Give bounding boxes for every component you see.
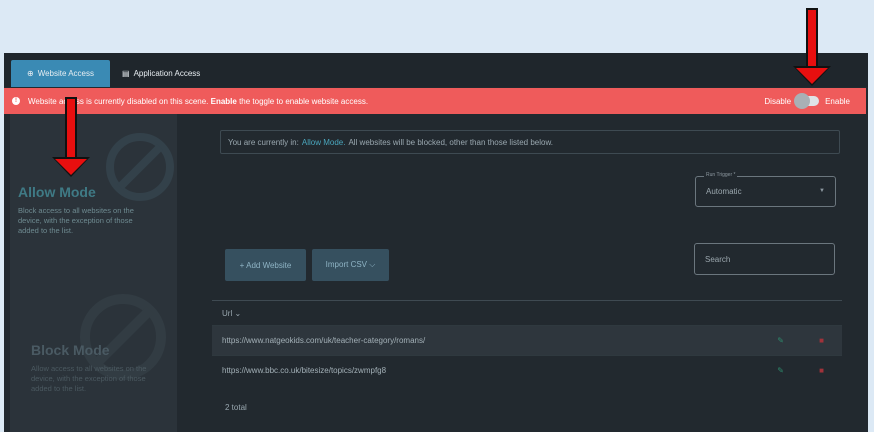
import-csv-button[interactable]: Import CSV ⌵ — [312, 249, 389, 281]
main-content: You are currently in: Allow Mode. All webs… — [177, 114, 868, 432]
globe-icon: ⊕ — [26, 69, 34, 78]
tab-application-access[interactable]: ▤ Application Access — [122, 60, 200, 87]
toggle-on-label: Enable — [825, 96, 850, 106]
current-mode: Allow Mode. — [301, 137, 346, 147]
delete-icon[interactable]: ■ — [819, 366, 824, 375]
disabled-alert: ! Website access is currently disabled o… — [4, 88, 866, 114]
search-input[interactable]: Search — [694, 243, 835, 275]
run-trigger-select[interactable]: Run Trigger * Automatic ▼ — [695, 172, 836, 207]
chevron-down-icon: ▼ — [819, 188, 825, 194]
window-icon: ▤ — [122, 69, 130, 78]
url-column-header[interactable]: Url ⌄ — [212, 300, 842, 325]
block-mode-title: Block Mode — [31, 342, 110, 358]
tab-label: Website Access — [37, 69, 95, 78]
allow-mode-card[interactable]: Allow Mode Block access to all websites … — [18, 184, 138, 236]
tab-website-access[interactable]: ⊕ Website Access — [11, 60, 110, 87]
add-website-button[interactable]: + Add Website — [225, 249, 306, 281]
tab-label: Application Access — [133, 69, 201, 78]
edit-icon[interactable]: ✎ — [777, 336, 784, 345]
url-cell: https://www.bbc.co.uk/bitesize/topics/zw… — [222, 366, 387, 375]
table-row: https://www.natgeokids.com/uk/teacher-ca… — [212, 325, 842, 355]
toggle-knob — [794, 93, 811, 109]
block-mode-desc: Allow access to all websites on the devi… — [31, 364, 147, 393]
mode-sidebar: Allow Mode Block access to all websites … — [10, 114, 177, 432]
warning-icon: ! — [12, 97, 20, 105]
row-total: 2 total — [225, 402, 247, 412]
mode-info-bar: You are currently in: Allow Mode. All webs… — [220, 130, 840, 154]
run-trigger-label: Run Trigger * — [704, 172, 738, 178]
url-cell: https://www.natgeokids.com/uk/teacher-ca… — [222, 336, 426, 345]
toggle-off-label: Disable — [764, 96, 792, 106]
url-table: Url ⌄ https://www.natgeokids.com/uk/teac… — [212, 300, 842, 429]
table-row: https://www.bbc.co.uk/bitesize/topics/zw… — [212, 355, 842, 385]
toggle-switch[interactable] — [794, 93, 820, 109]
edit-icon[interactable]: ✎ — [777, 366, 784, 375]
annotation-arrow-toggle — [793, 8, 831, 94]
annotation-arrow-allow-mode — [52, 97, 90, 185]
block-mode-card[interactable]: Block Mode Allow access to all websites … — [31, 342, 151, 394]
allow-mode-title: Allow Mode — [18, 184, 96, 200]
allow-mode-desc: Block access to all websites on the devi… — [18, 206, 134, 235]
run-trigger-value: Automatic — [706, 187, 742, 196]
delete-icon[interactable]: ■ — [819, 336, 824, 345]
tab-bar: ⊕ Website Access ▤ Application Access — [4, 53, 868, 87]
